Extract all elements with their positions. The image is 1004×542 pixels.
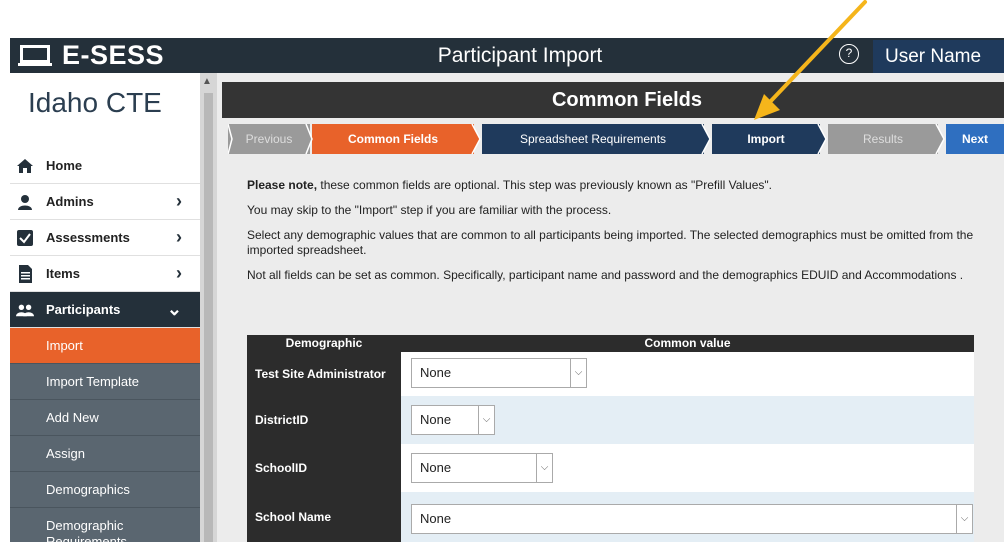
table-row: SchoolID None ⌵ (247, 444, 974, 492)
table-row: Test Site Administrator None ⌵ (247, 352, 974, 396)
row-value-cell: None ⌵ (401, 444, 974, 492)
chevron-down-icon: ⌵ (536, 454, 552, 482)
note-3: Select any demographic values that are c… (247, 228, 974, 257)
chevron-right-icon: › (176, 227, 182, 247)
table-header: Demographic Common value (247, 335, 974, 352)
row-label: School Name (247, 492, 401, 542)
sidebar-item-label: Items (46, 266, 80, 281)
row-value-cell: None ⌵ (401, 396, 974, 444)
brand[interactable]: E-SESS (10, 38, 164, 73)
scroll-up-icon[interactable]: ▲ (202, 76, 212, 87)
sidebar-scrollbar[interactable]: ▲ (200, 73, 217, 542)
step-separators (228, 124, 945, 154)
laptop-icon (18, 44, 52, 67)
sidebar-sub-add-new[interactable]: Add New (10, 400, 200, 436)
sidebar-item-assessments[interactable]: Assessments › (10, 220, 200, 256)
select-value: None (420, 460, 452, 475)
checkbox-icon (16, 229, 34, 247)
brand-name: E-SESS (62, 40, 165, 70)
school-id-select[interactable]: None ⌵ (411, 453, 553, 483)
table-row: DistrictID None ⌵ (247, 396, 974, 444)
annotation-arrow (754, 0, 867, 120)
sidebar-item-label: Admins (46, 194, 94, 209)
sidebar-sub-demographics[interactable]: Demographics (10, 472, 200, 508)
select-value: None (420, 365, 452, 380)
org-name: Idaho CTE (10, 73, 200, 143)
chevron-down-icon: ⌵ (570, 359, 586, 387)
chevron-down-icon: ⌄ (166, 299, 182, 319)
sidebar-item-participants[interactable]: Participants ⌄ (10, 292, 200, 328)
sidebar-sub-demographic-requirements[interactable]: Demographic Requirements (10, 508, 200, 542)
sidebar-item-label: Home (46, 158, 83, 173)
select-value: None (420, 511, 452, 526)
sidebar-nav: Home Admins › Assessments › Items › Part… (10, 148, 200, 542)
row-value-cell: None ⌵ (401, 492, 974, 542)
sidebar-item-label: Assessments (46, 230, 130, 245)
note-1-bold: Please note, (247, 178, 318, 192)
note-2: You may skip to the "Import" step if you… (247, 203, 612, 217)
school-name-select[interactable]: None ⌵ (411, 504, 973, 534)
sidebar-sub-import-template[interactable]: Import Template (10, 364, 200, 400)
section-title: Common Fields (222, 82, 1004, 118)
note-1: Please note, these common fields are opt… (247, 178, 987, 193)
sidebar-item-label: Participants (46, 302, 121, 317)
instructions: Please note, these common fields are opt… (247, 178, 987, 293)
row-label: Test Site Administrator (247, 352, 401, 396)
sidebar-item-home[interactable]: Home (10, 148, 200, 184)
page-title: Participant Import (437, 44, 603, 67)
list-icon (16, 264, 34, 283)
wizard-steps: Previous Common Fields Spreadsheet Requi… (228, 124, 1004, 154)
table-row: School Name None ⌵ (247, 492, 974, 542)
row-label: SchoolID (247, 444, 401, 492)
user-menu[interactable]: User Name (873, 40, 1004, 73)
district-id-select[interactable]: None ⌵ (411, 405, 495, 435)
row-value-cell: None ⌵ (401, 352, 974, 396)
home-icon (16, 157, 34, 175)
test-site-administrator-select[interactable]: None ⌵ (411, 358, 587, 388)
person-icon (16, 193, 34, 211)
column-header-common-value: Common value (644, 336, 731, 350)
chevron-down-icon: ⌵ (478, 406, 494, 434)
chevron-right-icon: › (176, 191, 182, 211)
sidebar-sub-assign[interactable]: Assign (10, 436, 200, 472)
chevron-down-icon: ⌵ (956, 505, 972, 533)
note-4: Not all fields can be set as common. Spe… (247, 268, 964, 282)
row-label: DistrictID (247, 396, 401, 444)
chevron-right-icon: › (176, 263, 182, 283)
select-value: None (420, 412, 452, 427)
sidebar-item-admins[interactable]: Admins › (10, 184, 200, 220)
note-1-text: these common fields are optional. This s… (317, 178, 772, 192)
sidebar-item-items[interactable]: Items › (10, 256, 200, 292)
sidebar-sub-import[interactable]: Import (10, 328, 200, 364)
column-header-demographic: Demographic (285, 336, 363, 350)
scroll-thumb[interactable] (204, 93, 213, 542)
people-icon (16, 301, 34, 319)
